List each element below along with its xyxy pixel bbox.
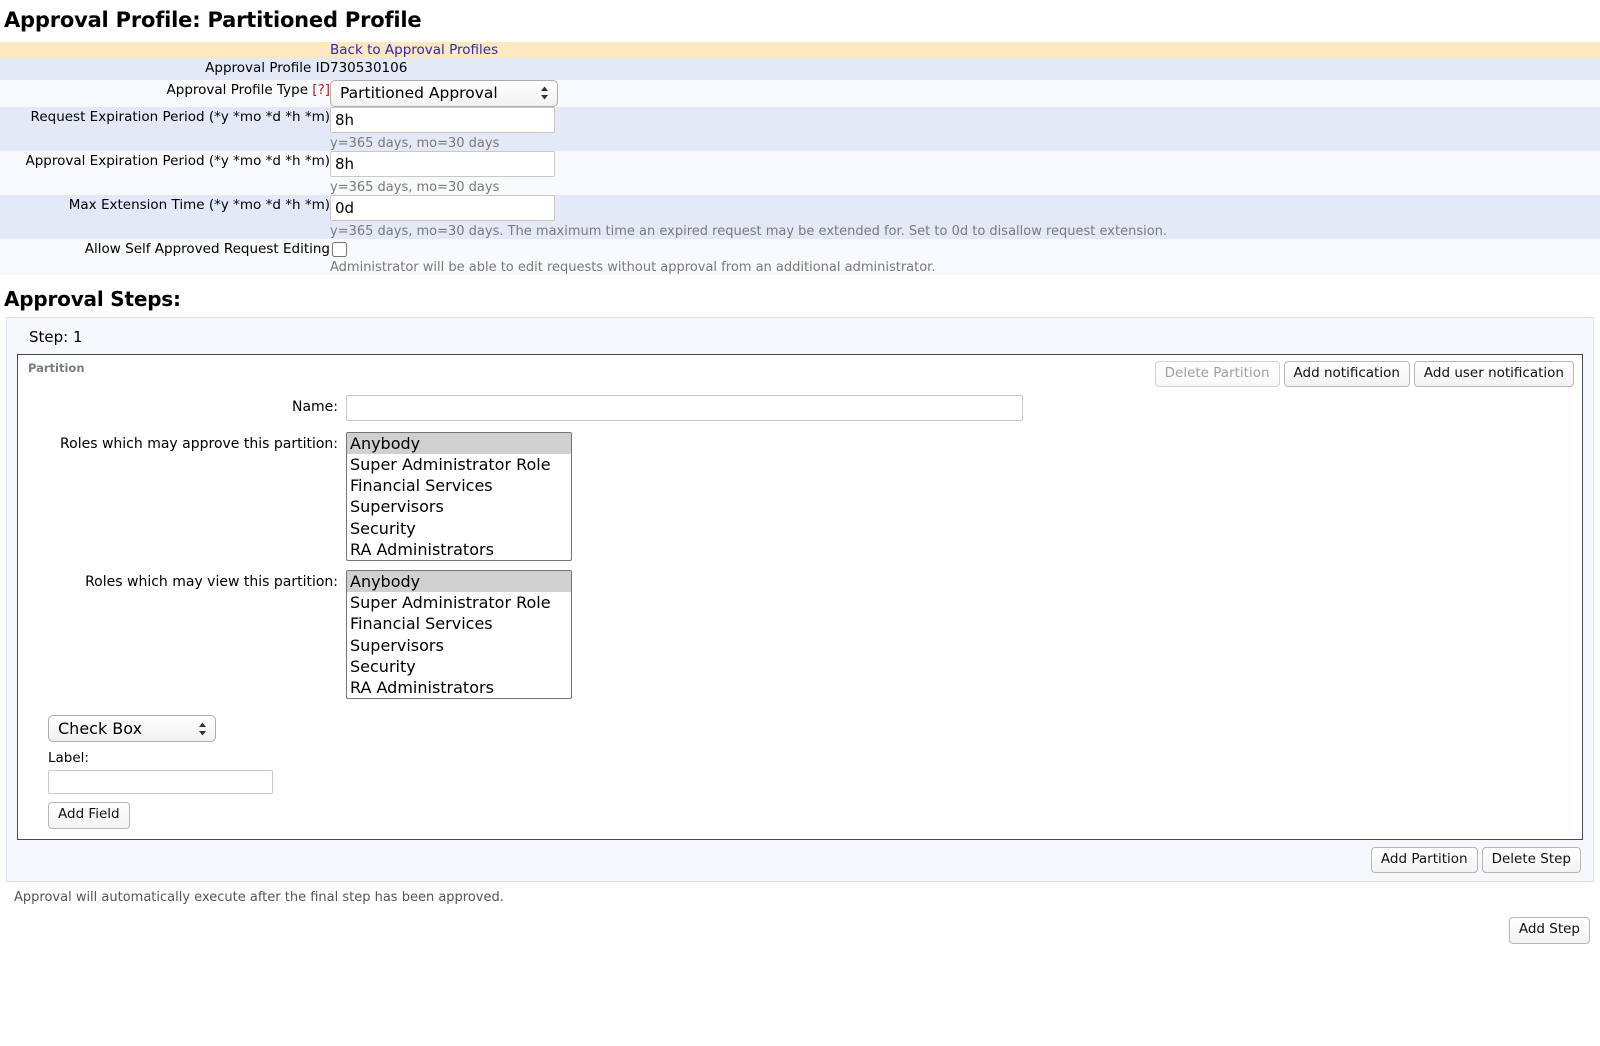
approval-expiration-input[interactable]	[330, 151, 555, 177]
view-roles-row: Roles which may view this partition: Any…	[26, 570, 1574, 699]
role-option[interactable]: Financial Services	[347, 475, 571, 496]
table-row-profile-type: Approval Profile Type [?] Partitioned Ap…	[0, 80, 1600, 107]
role-option[interactable]: Super Administrator Role	[347, 592, 571, 613]
profile-type-label-text: Approval Profile Type	[167, 82, 308, 98]
back-to-approval-profiles-link[interactable]: Back to Approval Profiles	[330, 42, 498, 58]
page-footer-bar: Add Step	[0, 905, 1600, 944]
profile-id-cell: 730530106	[330, 58, 1600, 80]
table-row-request-expiration: Request Expiration Period (*y *mo *d *h …	[0, 107, 1600, 151]
approval-expiration-cell: y=365 days, mo=30 days	[330, 151, 1600, 195]
add-notification-button[interactable]: Add notification	[1284, 361, 1410, 388]
approve-roles-row: Roles which may approve this partition: …	[26, 432, 1574, 561]
self-approved-editing-cell: Administrator will be able to edit reque…	[330, 239, 1600, 275]
table-row-back-link: Back to Approval Profiles	[0, 42, 1600, 58]
partition-name-label: Name:	[26, 395, 346, 415]
step-block: Step: 1 Partition Delete Partition Add n…	[6, 317, 1594, 882]
approve-roles-listbox[interactable]: Anybody Super Administrator Role Financi…	[346, 432, 572, 561]
empty-label-cell	[0, 42, 330, 58]
profile-type-select-wrapper: Partitioned Approval	[330, 80, 558, 107]
field-type-select-wrapper: Check Box	[48, 715, 216, 742]
add-field-row: Add Field	[48, 802, 1574, 829]
page-title: Approval Profile: Partitioned Profile	[4, 8, 1600, 32]
partition-name-field	[346, 395, 1023, 421]
delete-step-button[interactable]: Delete Step	[1482, 847, 1581, 874]
role-option[interactable]: Anybody	[347, 571, 571, 592]
approve-roles-label: Roles which may approve this partition:	[26, 432, 346, 452]
auto-execute-note: Approval will automatically execute afte…	[0, 882, 1600, 905]
table-row-max-extension: Max Extension Time (*y *mo *d *h *m) y=3…	[0, 195, 1600, 239]
request-expiration-hint: y=365 days, mo=30 days	[330, 133, 1600, 151]
field-label-label: Label:	[48, 750, 1574, 766]
role-option[interactable]: Financial Services	[347, 613, 571, 634]
role-option[interactable]: Anybody	[347, 433, 571, 454]
max-extension-label: Max Extension Time (*y *mo *d *h *m)	[0, 195, 330, 239]
request-expiration-cell: y=365 days, mo=30 days	[330, 107, 1600, 151]
partition-fieldset: Partition Delete Partition Add notificat…	[17, 354, 1583, 840]
field-label-input[interactable]	[48, 770, 273, 794]
add-partition-button[interactable]: Add Partition	[1371, 847, 1478, 874]
back-link-cell: Back to Approval Profiles	[330, 42, 1600, 58]
approval-expiration-hint: y=365 days, mo=30 days	[330, 177, 1600, 195]
profile-id-label: Approval Profile ID	[0, 58, 330, 80]
profile-id-value: 730530106	[330, 58, 1600, 76]
role-option[interactable]: RA Administrators	[347, 539, 571, 560]
profile-type-cell: Partitioned Approval	[330, 80, 1600, 107]
role-option[interactable]: Supervisors	[347, 496, 571, 517]
role-option[interactable]: Super Administrator Role	[347, 454, 571, 475]
add-user-notification-button[interactable]: Add user notification	[1414, 361, 1574, 388]
role-option[interactable]: Supervisors	[347, 635, 571, 656]
table-row-approval-expiration: Approval Expiration Period (*y *mo *d *h…	[0, 151, 1600, 195]
table-row-profile-id: Approval Profile ID 730530106	[0, 58, 1600, 80]
self-approved-editing-label: Allow Self Approved Request Editing	[0, 239, 330, 275]
self-approved-editing-checkbox[interactable]	[332, 242, 347, 257]
role-option[interactable]: Security	[347, 518, 571, 539]
add-field-area: Check Box Label: Add Field	[26, 715, 1574, 829]
partition-name-row: Name:	[26, 395, 1574, 421]
step-label: Step: 1	[17, 326, 1583, 354]
partition-name-input[interactable]	[346, 395, 1023, 421]
approval-expiration-label: Approval Expiration Period (*y *mo *d *h…	[0, 151, 330, 195]
approval-steps-heading: Approval Steps:	[4, 287, 1600, 311]
approval-profile-table: Back to Approval Profiles Approval Profi…	[0, 42, 1600, 275]
view-roles-listbox[interactable]: Anybody Super Administrator Role Financi…	[346, 570, 572, 699]
profile-type-help-icon[interactable]: [?]	[312, 82, 330, 98]
table-row-self-approved-editing: Allow Self Approved Request Editing Admi…	[0, 239, 1600, 275]
role-option[interactable]: RA Administrators	[347, 677, 571, 698]
max-extension-input[interactable]	[330, 195, 555, 221]
self-approved-editing-hint: Administrator will be able to edit reque…	[330, 257, 1600, 275]
partition-toolbar: Delete Partition Add notification Add us…	[1155, 361, 1574, 388]
step-footer: Add Partition Delete Step	[17, 840, 1583, 874]
add-field-button[interactable]: Add Field	[48, 802, 130, 829]
request-expiration-label: Request Expiration Period (*y *mo *d *h …	[0, 107, 330, 151]
profile-type-select[interactable]: Partitioned Approval	[330, 80, 558, 107]
approve-roles-field: Anybody Super Administrator Role Financi…	[346, 432, 572, 561]
max-extension-cell: y=365 days, mo=30 days. The maximum time…	[330, 195, 1600, 239]
delete-partition-button[interactable]: Delete Partition	[1155, 361, 1280, 388]
profile-type-label: Approval Profile Type [?]	[0, 80, 330, 107]
field-type-select[interactable]: Check Box	[48, 715, 216, 742]
view-roles-label: Roles which may view this partition:	[26, 570, 346, 590]
max-extension-hint: y=365 days, mo=30 days. The maximum time…	[330, 221, 1600, 239]
role-option[interactable]: Security	[347, 656, 571, 677]
add-step-button[interactable]: Add Step	[1509, 917, 1590, 944]
view-roles-field: Anybody Super Administrator Role Financi…	[346, 570, 572, 699]
request-expiration-input[interactable]	[330, 107, 555, 133]
